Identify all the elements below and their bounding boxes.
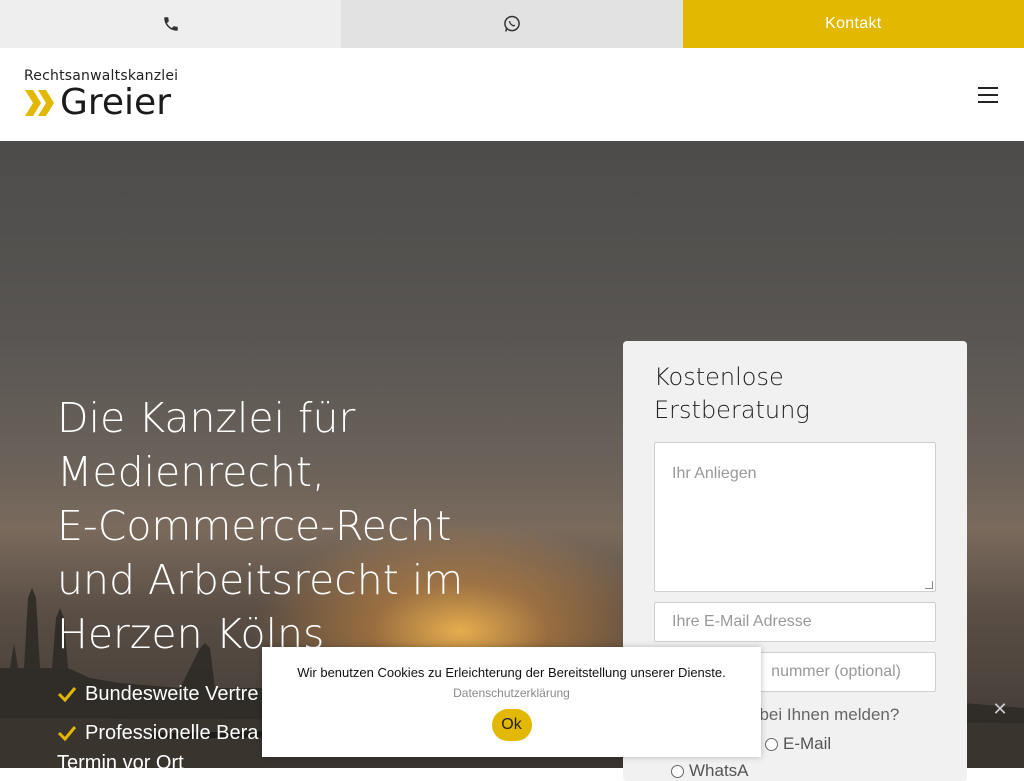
kontakt-label: Kontakt [825, 15, 882, 32]
radio-whatsapp-option[interactable]: WhatsA [671, 761, 749, 781]
top-contact-bar: Kontakt [0, 0, 1024, 48]
double-chevron-logo-icon [25, 90, 54, 116]
list-item: Professionelle Bera [57, 720, 258, 746]
form-title: Kostenlose Erstberatung [654, 361, 810, 427]
radio-whatsapp[interactable] [671, 764, 684, 778]
headline-line: E-Commerce-Recht [57, 502, 452, 550]
phone-button[interactable] [0, 0, 342, 48]
radio-whatsapp-label: WhatsA [689, 761, 749, 780]
benefit-text: Professionelle Bera [85, 721, 259, 744]
cookie-text: Wir benutzen Cookies zu Erleichterung de… [297, 665, 726, 680]
privacy-link[interactable]: Datenschutzerklärung [262, 686, 761, 700]
radio-email-option[interactable]: E-Mail [765, 734, 831, 754]
benefit-list: Bundesweite Vertre Professionelle Bera [57, 681, 258, 759]
radio-email-label: E-Mail [783, 734, 832, 753]
whatsapp-button[interactable] [341, 0, 683, 48]
headline-line: Medienrecht, [57, 448, 326, 496]
phone-icon [163, 17, 178, 31]
cookie-banner: Wir benutzen Cookies zu Erleichterung de… [262, 647, 761, 757]
resize-handle[interactable] [925, 581, 933, 589]
whatsapp-icon [504, 15, 520, 32]
check-icon [57, 726, 77, 742]
list-item: Bundesweite Vertre [57, 681, 258, 707]
site-header: Rechtsanwaltskanzlei Greier [0, 48, 1024, 141]
radio-email[interactable] [765, 737, 778, 751]
benefit-text: Bundesweite Vertre [85, 682, 259, 705]
hamburger-menu-icon[interactable] [978, 87, 1000, 105]
anliegen-textarea[interactable]: Ihr Anliegen [654, 442, 936, 592]
benefit-text-continuation: Termin vor Ort [57, 752, 184, 768]
cookie-ok-button[interactable]: Ok [491, 709, 532, 741]
anliegen-placeholder: Ihr Anliegen [672, 465, 757, 482]
logo[interactable]: Rechtsanwaltskanzlei Greier [24, 68, 178, 121]
headline-line: und Arbeitsrecht im [57, 556, 464, 604]
headline-line: Die Kanzlei für [57, 394, 356, 442]
close-icon[interactable]: ✕ [990, 699, 1010, 719]
phone-placeholder: nummer (optional) [771, 663, 901, 680]
email-field[interactable]: Ihre E-Mail Adresse [654, 602, 936, 642]
check-icon [57, 687, 77, 703]
logo-name: Greier [60, 82, 172, 123]
form-title-line: Erstberatung [654, 396, 810, 424]
email-placeholder: Ihre E-Mail Adresse [672, 613, 812, 630]
hero-headline: Die Kanzlei für Medienrecht, E-Commerce-… [57, 391, 527, 661]
form-title-line: Kostenlose [654, 363, 784, 391]
kontakt-button[interactable]: Kontakt [682, 0, 1024, 48]
